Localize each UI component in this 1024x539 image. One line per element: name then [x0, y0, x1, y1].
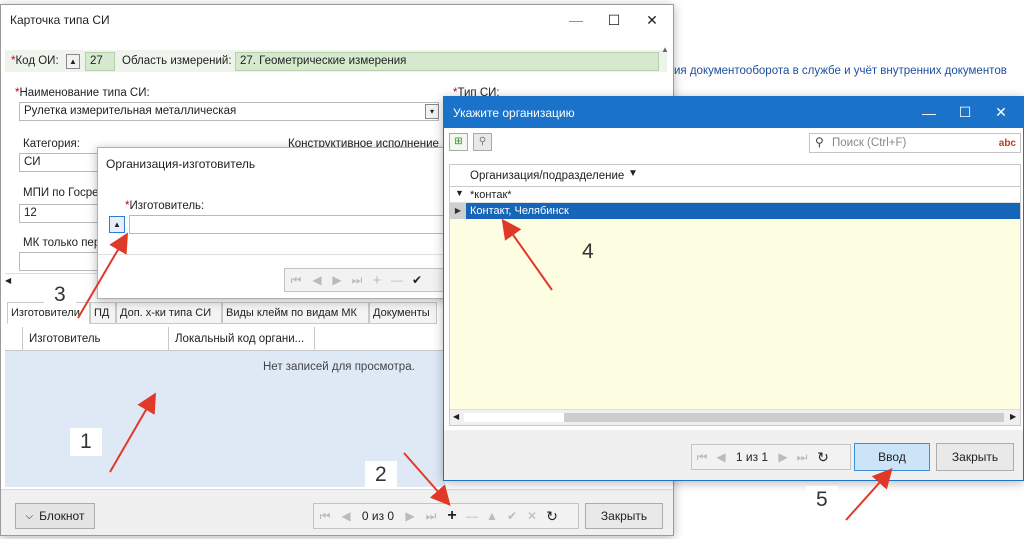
arrow-4: [501, 218, 553, 291]
arrow-5: [845, 468, 893, 521]
annotation-arrows: [77, 218, 893, 521]
arrow-2: [403, 452, 451, 507]
arrow-3: [77, 232, 129, 319]
arrow-1: [109, 392, 157, 473]
